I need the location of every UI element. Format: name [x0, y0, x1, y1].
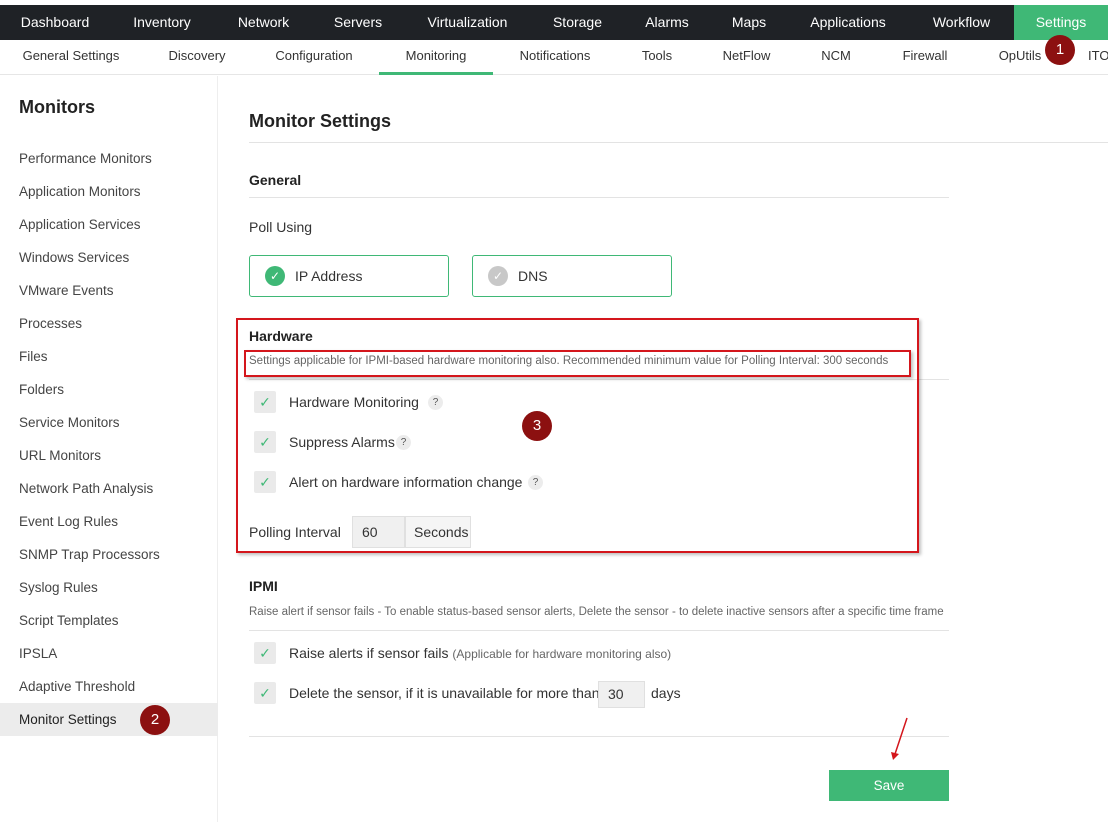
general-divider	[249, 197, 949, 198]
sidebar-item-application-monitors[interactable]: Application Monitors	[0, 175, 218, 208]
nav-network[interactable]: Network	[214, 5, 313, 40]
poll-option-dns[interactable]: ✓ DNS	[472, 255, 672, 297]
poll-option-ip-address[interactable]: ✓ IP Address	[249, 255, 449, 297]
sidebar-item-vmware-events[interactable]: VMware Events	[0, 274, 218, 307]
subnav-ito[interactable]: ITO	[1088, 40, 1108, 75]
sidebar-item-script-templates[interactable]: Script Templates	[0, 604, 218, 637]
subnav-discovery[interactable]: Discovery	[158, 40, 236, 75]
raise-alerts-checkbox[interactable]: ✓	[254, 642, 276, 664]
subnav-configuration[interactable]: Configuration	[265, 40, 363, 75]
nav-maps[interactable]: Maps	[711, 5, 787, 40]
subnav-firewall[interactable]: Firewall	[893, 40, 957, 75]
subnav-tools[interactable]: Tools	[632, 40, 682, 75]
sidebar-item-processes[interactable]: Processes	[0, 307, 218, 340]
title-divider	[249, 142, 1108, 143]
poll-option-label: DNS	[518, 268, 548, 284]
nav-workflow[interactable]: Workflow	[909, 5, 1014, 40]
annotation-badge-2: 2	[140, 705, 170, 735]
annotation-badge-3: 3	[522, 411, 552, 441]
sub-nav: General Settings Discovery Configuration…	[0, 40, 1108, 75]
sidebar-item-event-log-rules[interactable]: Event Log Rules	[0, 505, 218, 538]
sidebar-item-monitor-settings[interactable]: Monitor Settings	[0, 703, 218, 736]
sidebar-title: Monitors	[19, 97, 95, 117]
nav-servers[interactable]: Servers	[313, 5, 403, 40]
nav-virtualization[interactable]: Virtualization	[403, 5, 532, 40]
main-content: Monitor Settings General Poll Using ✓ IP…	[219, 76, 1108, 822]
nav-alarms[interactable]: Alarms	[623, 5, 711, 40]
subnav-oputils[interactable]: OpUtils	[990, 40, 1050, 75]
sidebar-item-ipsla[interactable]: IPSLA	[0, 637, 218, 670]
nav-applications[interactable]: Applications	[787, 5, 909, 40]
sidebar-item-syslog-rules[interactable]: Syslog Rules	[0, 571, 218, 604]
nav-dashboard[interactable]: Dashboard	[0, 5, 110, 40]
sidebar-item-service-monitors[interactable]: Service Monitors	[0, 406, 218, 439]
sidebar-item-snmp-trap-processors[interactable]: SNMP Trap Processors	[0, 538, 218, 571]
raise-alerts-label: Raise alerts if sensor fails (Applicable…	[289, 645, 671, 661]
nav-inventory[interactable]: Inventory	[110, 5, 214, 40]
sidebar-item-performance-monitors[interactable]: Performance Monitors	[0, 142, 218, 175]
annotation-note-box	[244, 350, 911, 377]
ipmi-divider	[249, 630, 949, 631]
ipmi-note: Raise alert if sensor fails - To enable …	[249, 606, 944, 618]
sidebar-item-windows-services[interactable]: Windows Services	[0, 241, 218, 274]
sidebar: Monitors Performance Monitors Applicatio…	[0, 76, 218, 822]
poll-using-label: Poll Using	[249, 219, 313, 235]
sidebar-item-application-services[interactable]: Application Services	[0, 208, 218, 241]
save-button[interactable]: Save	[829, 770, 949, 801]
general-section-title: General	[249, 172, 302, 188]
footer-divider	[249, 736, 949, 737]
subnav-ncm[interactable]: NCM	[813, 40, 859, 75]
delete-sensor-checkbox[interactable]: ✓	[254, 682, 276, 704]
delete-sensor-label: Delete the sensor, if it is unavailable …	[289, 685, 600, 701]
nav-storage[interactable]: Storage	[532, 5, 623, 40]
subnav-monitoring[interactable]: Monitoring	[379, 40, 493, 75]
delete-sensor-unit: days	[651, 685, 681, 701]
raise-alerts-note: (Applicable for hardware monitoring also…	[452, 647, 672, 661]
sidebar-item-url-monitors[interactable]: URL Monitors	[0, 439, 218, 472]
check-circle-icon: ✓	[265, 266, 285, 286]
sidebar-item-network-path-analysis[interactable]: Network Path Analysis	[0, 472, 218, 505]
delete-sensor-days-input[interactable]: 30	[598, 681, 645, 708]
sidebar-item-files[interactable]: Files	[0, 340, 218, 373]
annotation-badge-1: 1	[1045, 35, 1075, 65]
poll-option-label: IP Address	[295, 268, 363, 284]
subnav-general-settings[interactable]: General Settings	[14, 40, 128, 75]
annotation-arrow-icon	[891, 717, 908, 760]
subnav-netflow[interactable]: NetFlow	[715, 40, 778, 75]
check-circle-icon: ✓	[488, 266, 508, 286]
ipmi-section-title: IPMI	[249, 578, 278, 594]
raise-alerts-text: Raise alerts if sensor fails	[289, 645, 449, 661]
page-title: Monitor Settings	[249, 111, 391, 131]
top-nav: Dashboard Inventory Network Servers Virt…	[0, 5, 1108, 40]
sidebar-item-adaptive-threshold[interactable]: Adaptive Threshold	[0, 670, 218, 703]
subnav-notifications[interactable]: Notifications	[510, 40, 600, 75]
sidebar-item-folders[interactable]: Folders	[0, 373, 218, 406]
